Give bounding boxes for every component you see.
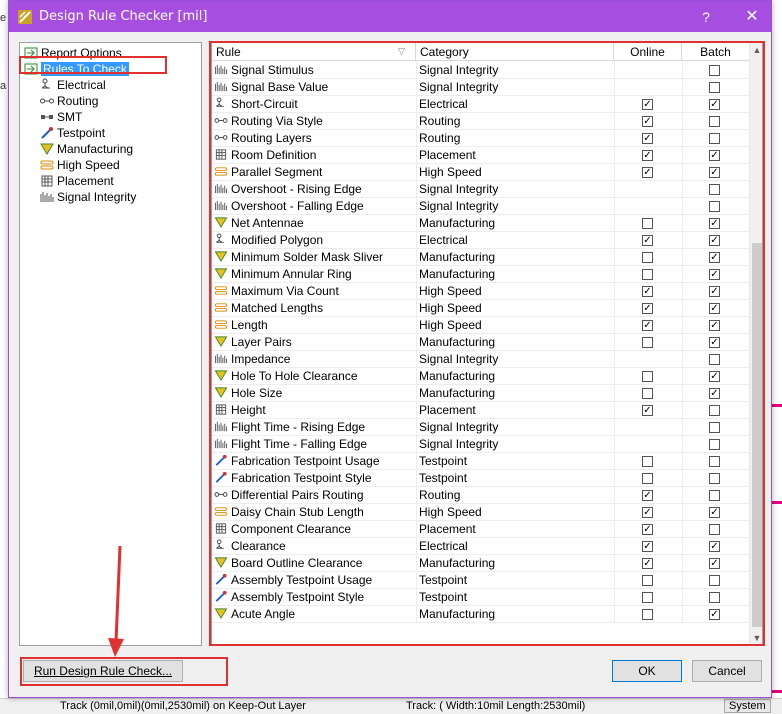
window-title: Design Rule Checker [mil] — [39, 9, 208, 24]
tree-item-high-speed[interactable]: High Speed — [40, 157, 120, 173]
tree-item-label: Routing — [57, 94, 99, 108]
system-button[interactable]: System — [724, 699, 771, 713]
title-bar[interactable]: Design Rule Checker [mil] ? ✕ — [9, 1, 771, 32]
tree-item-label: Electrical — [57, 78, 106, 92]
tree-item-label: Testpoint — [57, 126, 106, 140]
tree-item-signal-integrity[interactable]: Signal Integrity — [40, 189, 136, 205]
tree-item-placement[interactable]: Placement — [40, 173, 114, 189]
testpoint-icon — [41, 127, 53, 139]
status-track-info: Track (0mil,0mil)(0mil,2530mil) on Keep-… — [60, 700, 306, 712]
tree-item-smt[interactable]: SMT — [40, 109, 82, 125]
bg-text-fragment: a — [0, 80, 7, 92]
ok-button[interactable]: OK — [612, 660, 682, 682]
cancel-button[interactable]: Cancel — [692, 660, 762, 682]
smt-icon — [41, 115, 53, 119]
app-icon — [18, 10, 32, 24]
tree-item-label: SMT — [57, 110, 83, 124]
routing-icon — [40, 98, 54, 104]
highlight-rules-to-check — [19, 56, 167, 74]
electrical-icon — [41, 78, 50, 89]
placement-icon — [41, 175, 53, 187]
high-speed-icon — [40, 160, 54, 170]
tree-item-label: Manufacturing — [57, 142, 134, 156]
manufacturing-icon — [40, 143, 54, 155]
signal-integrity-icon — [40, 192, 54, 202]
tree-item-label: Placement — [57, 174, 114, 188]
tree-item-electrical[interactable]: Electrical — [40, 77, 106, 93]
bg-text-fragment: e — [0, 12, 7, 24]
highlight-rules-grid — [209, 41, 765, 646]
help-button[interactable]: ? — [691, 6, 721, 28]
status-track-dimensions: Track: ( Width:10mil Length:2530mil) — [406, 700, 586, 712]
tree-item-manufacturing[interactable]: Manufacturing — [40, 141, 133, 157]
close-button[interactable]: ✕ — [737, 6, 767, 28]
tree-item-label: High Speed — [57, 158, 120, 172]
tree-item-testpoint[interactable]: Testpoint — [40, 125, 105, 141]
red-arrow-annotation — [108, 546, 124, 657]
tree-item-routing[interactable]: Routing — [40, 93, 98, 109]
highlight-run-button — [20, 657, 228, 686]
status-bar: Track (0mil,0mil)(0mil,2530mil) on Keep-… — [0, 698, 782, 714]
tree-item-label: Signal Integrity — [57, 190, 137, 204]
design-rule-checker-dialog: Design Rule Checker [mil] ? ✕ Report Opt… — [8, 0, 772, 698]
